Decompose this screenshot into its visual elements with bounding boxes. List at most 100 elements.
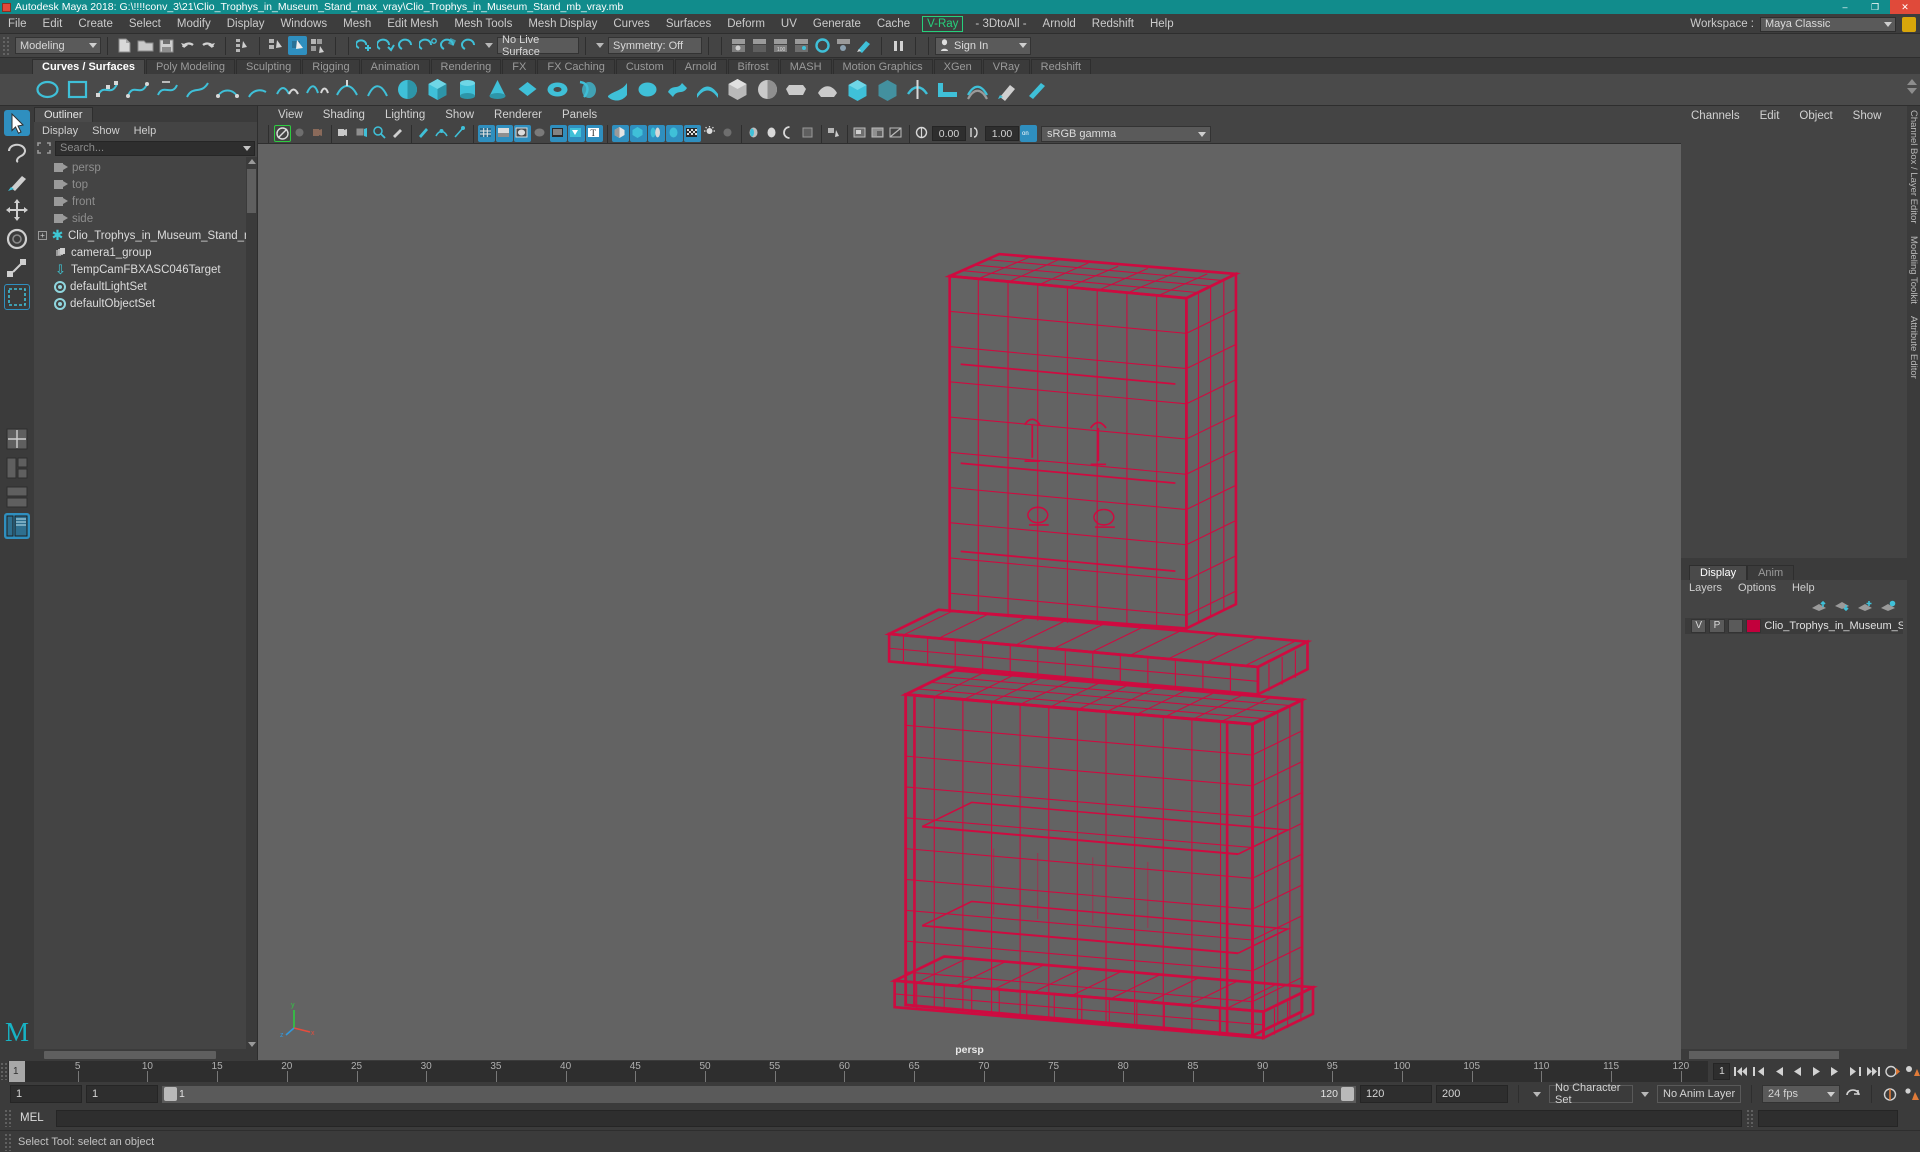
cylinder-icon[interactable]	[454, 76, 481, 103]
scale-tool-icon[interactable]	[4, 255, 30, 281]
lock-icon[interactable]	[1902, 16, 1916, 32]
outliner-search-input[interactable]: Search...	[55, 140, 255, 156]
lasso-tool-icon[interactable]	[4, 139, 30, 165]
character-set-field[interactable]: No Character Set	[1549, 1082, 1633, 1106]
viewport-layout-three-pane-icon[interactable]	[4, 484, 30, 510]
motion-blur-icon[interactable]	[648, 125, 665, 142]
outliner-list[interactable]: persp top front side + ✱ Clio_Trophys_in…	[34, 157, 257, 1049]
channel-box-content[interactable]	[1681, 126, 1907, 558]
outliner-item-default-light-set[interactable]: defaultLightSet	[34, 278, 257, 295]
ep-curve-tool-icon[interactable]	[124, 76, 151, 103]
menu-item-arnold[interactable]: Arnold	[1035, 14, 1084, 34]
bevel-icon[interactable]	[784, 76, 811, 103]
step-back-frame-icon[interactable]	[1770, 1064, 1787, 1079]
menu-item-edit-mesh[interactable]: Edit Mesh	[379, 14, 446, 34]
exposure-icon[interactable]	[914, 125, 931, 142]
viewport-layout-two-pane-icon[interactable]	[4, 455, 30, 481]
go-to-start-icon[interactable]	[1732, 1064, 1749, 1079]
exposure-region-icon[interactable]	[870, 125, 887, 142]
menu-item-curves[interactable]: Curves	[605, 14, 657, 34]
command-input[interactable]	[56, 1109, 1742, 1127]
outliner-item-default-object-set[interactable]: defaultObjectSet	[34, 295, 257, 312]
command-language-label[interactable]: MEL	[20, 1112, 52, 1124]
depth-of-field-icon[interactable]	[684, 125, 701, 142]
range-right-handle[interactable]	[1341, 1086, 1354, 1101]
three-point-arc-icon[interactable]	[214, 76, 241, 103]
play-backwards-icon[interactable]	[1789, 1064, 1806, 1079]
go-to-end-icon[interactable]	[1865, 1064, 1882, 1079]
toolbar-grip[interactable]	[2, 35, 10, 56]
menu-item-vray[interactable]: V-Ray	[922, 15, 964, 32]
viewport-menu-renderer[interactable]: Renderer	[484, 109, 552, 121]
shelf-tab-poly-modeling[interactable]: Poly Modeling	[145, 59, 236, 74]
menu-item-modify[interactable]: Modify	[169, 14, 219, 34]
textured-icon[interactable]	[550, 125, 567, 142]
layer-color-swatch[interactable]	[1745, 618, 1762, 633]
outliner-item-tempcam-target[interactable]: ⇩ TempCamFBXASC046Target	[34, 261, 257, 278]
no-region-icon[interactable]	[888, 125, 905, 142]
lock-camera-icon[interactable]	[292, 125, 309, 142]
menu-item-edit[interactable]: Edit	[35, 14, 71, 34]
scroll-down-icon[interactable]	[248, 1042, 256, 1047]
select-by-component-mask-icon[interactable]	[309, 36, 328, 55]
menu-item-cache[interactable]: Cache	[869, 14, 918, 34]
pause-render-icon[interactable]	[889, 36, 908, 55]
channelbox-menu-show[interactable]: Show	[1853, 110, 1882, 122]
character-set-dropdown-icon[interactable]	[1533, 1091, 1541, 1097]
sphere-icon[interactable]	[394, 76, 421, 103]
shelf-tab-rigging[interactable]: Rigging	[302, 59, 360, 74]
shelf-tab-curves-surfaces[interactable]: Curves / Surfaces	[32, 59, 145, 74]
smooth-shade-all-icon[interactable]	[496, 125, 513, 142]
menu-item-mesh-display[interactable]: Mesh Display	[520, 14, 605, 34]
render-settings-icon[interactable]	[813, 36, 832, 55]
shelf-scroll-down-icon[interactable]	[1907, 88, 1917, 94]
symmetry-field[interactable]: Symmetry: Off	[608, 37, 702, 54]
hypershade-icon[interactable]	[834, 36, 853, 55]
snap-to-point-icon[interactable]	[398, 36, 417, 55]
intersect-surfaces-icon[interactable]	[904, 76, 931, 103]
current-time-indicator[interactable]: 1	[9, 1060, 25, 1082]
select-camera-icon[interactable]	[274, 125, 291, 142]
vtab-attribute-editor[interactable]: Attribute Editor	[1908, 316, 1919, 379]
menu-item-windows[interactable]: Windows	[272, 14, 335, 34]
viewport-canvas[interactable]: persp y x z	[258, 144, 1681, 1060]
minimize-button[interactable]: –	[1830, 0, 1860, 14]
viewport-menu-view[interactable]: View	[268, 109, 313, 121]
grid-toggle-icon[interactable]	[800, 125, 817, 142]
range-start-field[interactable]: 1	[10, 1085, 82, 1103]
playback-loop-icon[interactable]	[1844, 1087, 1861, 1102]
two-point-arc-icon[interactable]	[244, 76, 271, 103]
snap-to-grid-icon[interactable]	[356, 36, 375, 55]
trim-tool-icon[interactable]	[844, 76, 871, 103]
outliner-item-persp[interactable]: persp	[34, 159, 257, 176]
bevel-plus-icon[interactable]	[814, 76, 841, 103]
outliner-menu-help[interactable]: Help	[134, 125, 157, 137]
menu-item-create[interactable]: Create	[70, 14, 121, 34]
close-button[interactable]: ✕	[1890, 0, 1920, 14]
shadow-map-icon[interactable]	[764, 125, 781, 142]
xray-icon[interactable]	[434, 125, 451, 142]
torus-icon[interactable]	[544, 76, 571, 103]
detach-curves-icon[interactable]	[304, 76, 331, 103]
bezier-curve-tool-icon[interactable]	[154, 76, 181, 103]
outliner-item-side[interactable]: side	[34, 210, 257, 227]
exposure-value[interactable]: 0.00	[932, 126, 966, 141]
surface-editing-icon[interactable]	[1024, 76, 1051, 103]
tab-anim-layers[interactable]: Anim	[1747, 564, 1795, 580]
xray-joints-icon[interactable]	[452, 125, 469, 142]
surface-fillet-icon[interactable]	[934, 76, 961, 103]
scrollbar-thumb[interactable]	[247, 169, 256, 213]
timeslider-grip[interactable]	[0, 1062, 8, 1080]
color-profile-select[interactable]: sRGB gamma	[1041, 125, 1211, 142]
layer-menu-help[interactable]: Help	[1792, 582, 1815, 594]
command-line-grip[interactable]	[4, 1109, 12, 1127]
outliner-item-front[interactable]: front	[34, 193, 257, 210]
layer-list[interactable]: V P Clio_Trophys_in_Museum_Stan	[1681, 614, 1907, 1049]
undo-icon[interactable]	[178, 36, 197, 55]
scrollbar-thumb[interactable]	[44, 1050, 216, 1059]
workspace-select[interactable]: Maya Classic	[1760, 16, 1896, 32]
auto-key-icon[interactable]	[1884, 1064, 1901, 1079]
sculpt-geometry-icon[interactable]	[994, 76, 1021, 103]
shadows-icon[interactable]	[612, 125, 629, 142]
extrude-icon[interactable]	[664, 76, 691, 103]
